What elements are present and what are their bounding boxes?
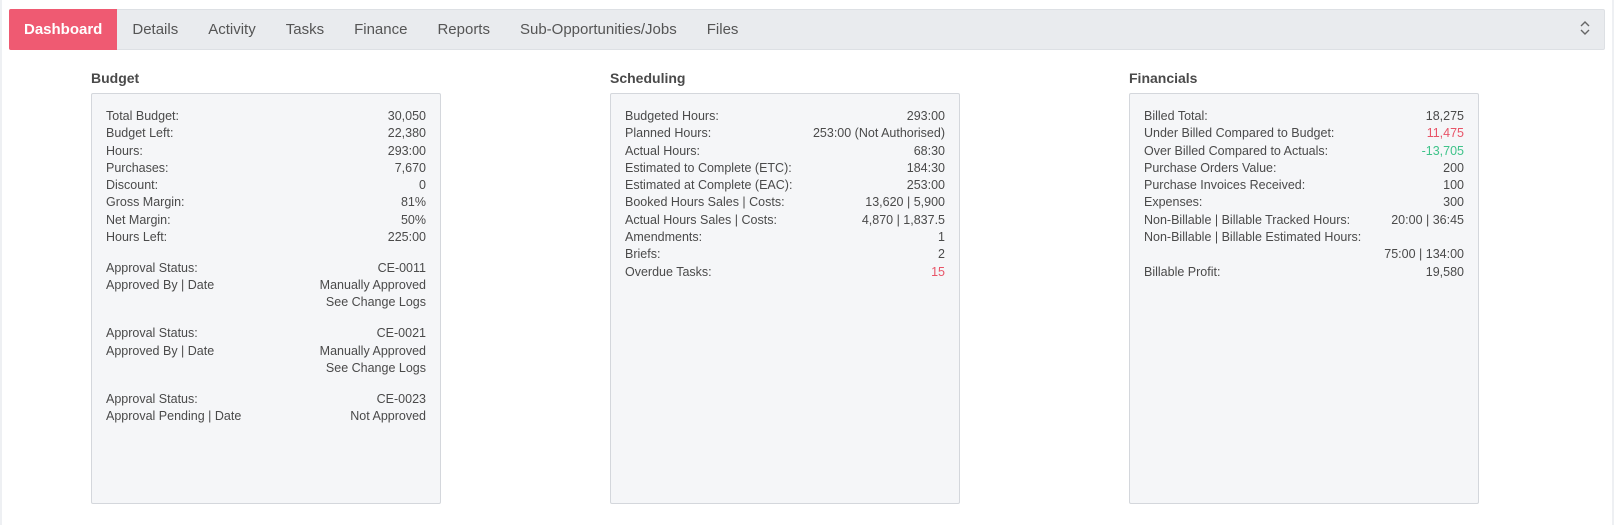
- scheduling-row: Overdue Tasks: 15: [625, 264, 945, 281]
- financials-row: Billed Total: 18,275: [1144, 109, 1464, 123]
- change-logs-row: See Change Logs: [106, 294, 426, 311]
- financials-title: Financials: [1129, 70, 1198, 86]
- tab-details[interactable]: Details: [117, 10, 193, 49]
- tab-files[interactable]: Files: [692, 10, 754, 49]
- budget-row: Purchases: 7,670: [106, 160, 426, 175]
- budget-row: Hours: 293:00: [106, 143, 426, 158]
- tab-activity[interactable]: Activity: [193, 10, 271, 49]
- change-logs-row: See Change Logs: [106, 360, 426, 377]
- see-change-logs-link[interactable]: See Change Logs: [326, 360, 426, 377]
- approved-by-row: Approved By | Date Manually Approved: [106, 278, 426, 293]
- tab-bar: Dashboard Details Activity Tasks Finance…: [9, 9, 1605, 50]
- overdue-tasks-count[interactable]: 15: [931, 264, 945, 281]
- scheduling-row: Booked Hours Sales | Costs: 13,620 | 5,90…: [625, 195, 945, 210]
- scheduling-card: Budgeted Hours: 293:00 Planned Hours: 253:…: [610, 93, 960, 504]
- financials-row: Under Billed Compared to Budget: 11,475: [1144, 126, 1464, 141]
- tab-reports[interactable]: Reports: [422, 10, 505, 49]
- financials-row: Purchase Invoices Received: 100: [1144, 178, 1464, 193]
- scheduling-row: Estimated to Complete (ETC): 184:30: [625, 160, 945, 175]
- approval-status-row: Approval Status: CE-0021: [106, 326, 426, 341]
- financials-panel: Financials Billed Total: 18,275 Under Bil…: [1129, 70, 1479, 504]
- financials-row: Over Billed Compared to Actuals: -13,705: [1144, 143, 1464, 158]
- scheduling-row: Planned Hours: 253:00 (Not Authorised): [625, 126, 945, 141]
- scheduling-panel: Scheduling Budgeted Hours: 293:00 Planned…: [610, 70, 960, 504]
- approval-status-row: Approval Status: CE-0011: [106, 260, 426, 275]
- approved-by-row: Approved By | Date Manually Approved: [106, 343, 426, 358]
- scheduling-row: Budgeted Hours: 293:00: [625, 109, 945, 123]
- scheduling-row: Actual Hours Sales | Costs: 4,870 | 1,837…: [625, 212, 945, 227]
- budget-row: Discount: 0: [106, 178, 426, 193]
- tab-sub-opportunities-jobs[interactable]: Sub-Opportunities/Jobs: [505, 10, 692, 49]
- budget-row: Hours Left: 225:00: [106, 230, 426, 245]
- scheduling-row: Estimated at Complete (EAC): 253:00: [625, 178, 945, 193]
- see-change-logs-link[interactable]: See Change Logs: [326, 294, 426, 311]
- budget-row: Budget Left: 22,380: [106, 126, 426, 141]
- financials-row: Billable Profit: 19,580: [1144, 264, 1464, 279]
- scheduling-row: Briefs: 2: [625, 247, 945, 262]
- scheduling-row: Amendments: 1: [625, 230, 945, 245]
- budget-row: Net Margin: 50%: [106, 212, 426, 227]
- financials-card: Billed Total: 18,275 Under Billed Compare…: [1129, 93, 1479, 504]
- budget-card: Total Budget: 30,050 Budget Left: 22,380 H…: [91, 93, 441, 504]
- approval-status-row: Approval Status: CE-0023: [106, 391, 426, 406]
- tab-tasks[interactable]: Tasks: [271, 10, 339, 49]
- financials-row: Expenses: 300: [1144, 195, 1464, 210]
- sort-toggle-icon[interactable]: [1578, 20, 1592, 36]
- financials-row: Non-Billable | Billable Tracked Hours: 20…: [1144, 212, 1464, 227]
- tab-finance[interactable]: Finance: [339, 10, 422, 49]
- budget-row: Gross Margin: 81%: [106, 195, 426, 210]
- tab-dashboard[interactable]: Dashboard: [9, 9, 118, 50]
- scheduling-row: Actual Hours: 68:30: [625, 143, 945, 158]
- budget-row: Total Budget: 30,050: [106, 109, 426, 123]
- scheduling-title: Scheduling: [610, 70, 686, 86]
- budget-panel: Budget Total Budget: 30,050 Budget Left: 2…: [91, 70, 441, 504]
- financials-row: 75:00 | 134:00: [1384, 247, 1464, 262]
- financials-row: Purchase Orders Value: 200: [1144, 160, 1464, 175]
- financials-row: Non-Billable | Billable Estimated Hours:: [1144, 230, 1362, 245]
- approval-pending-row: Approval Pending | Date Not Approved: [106, 408, 426, 423]
- budget-title: Budget: [91, 70, 140, 86]
